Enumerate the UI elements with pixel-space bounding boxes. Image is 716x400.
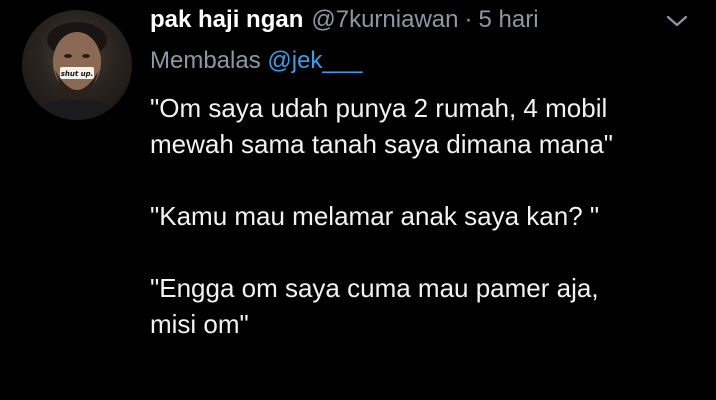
timestamp[interactable]: 5 hari	[478, 6, 538, 34]
chevron-down-icon[interactable]	[664, 12, 690, 30]
replying-to: Membalas @jek___	[150, 47, 362, 75]
tweet-header: pak haji ngan @7kurniawan · 5 hari	[150, 6, 539, 42]
avatar[interactable]: shut up.	[22, 10, 132, 120]
tweet[interactable]: shut up. pak haji ngan @7kurniawan · 5 h…	[0, 0, 716, 400]
replying-to-label: Membalas	[150, 47, 261, 74]
separator-dot: ·	[464, 6, 473, 33]
tweet-paragraph: "Om saya udah punya 2 rumah, 4 mobil mew…	[150, 93, 614, 159]
replying-to-mention[interactable]: @jek___	[267, 47, 362, 74]
avatar-sticker-text: shut up.	[61, 70, 94, 78]
tweet-text: "Om saya udah punya 2 rumah, 4 mobil mew…	[150, 90, 690, 342]
display-name[interactable]: pak haji ngan	[150, 6, 303, 34]
tweet-paragraph: "Engga om saya cuma mau pamer aja, misi …	[150, 273, 599, 339]
tweet-paragraph: "Kamu mau melamar anak saya kan? "	[150, 201, 600, 231]
avatar-photo: shut up.	[32, 22, 122, 120]
user-handle[interactable]: @7kurniawan	[311, 6, 458, 34]
